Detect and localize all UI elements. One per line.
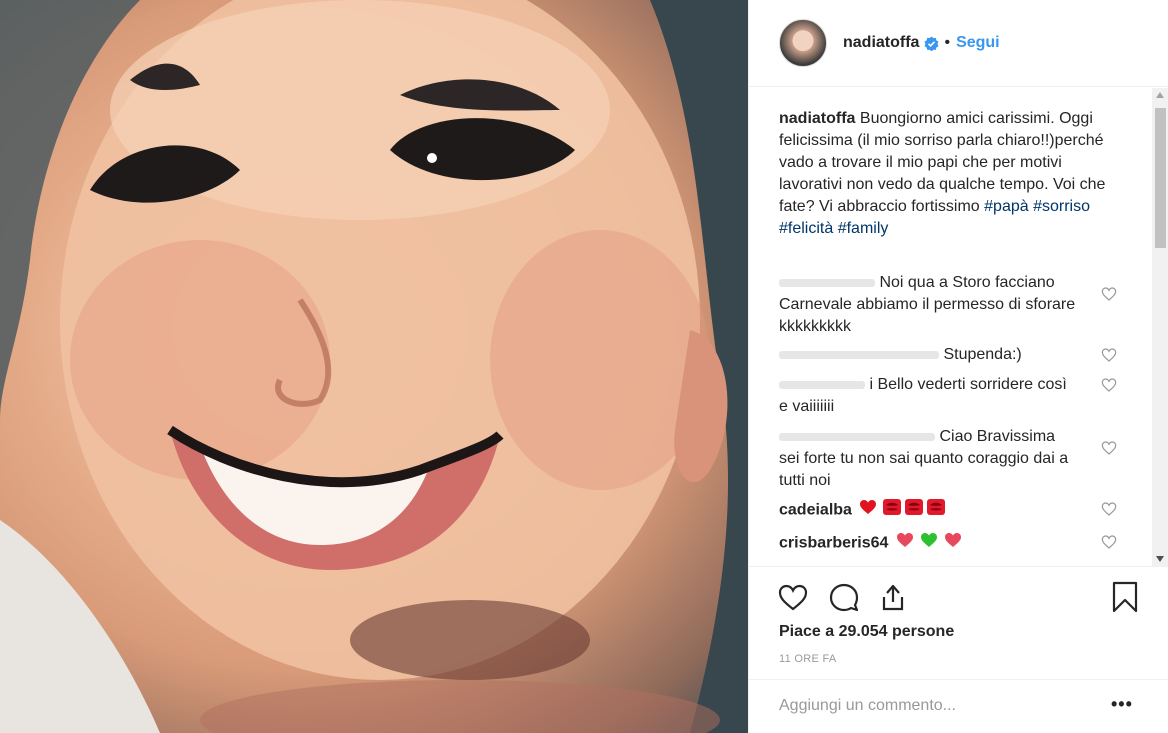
post-details-panel: nadiatoffa • Segui nadiatoffa Buongiorno… <box>748 0 1168 733</box>
small-heart-icon[interactable] <box>1101 501 1117 517</box>
separator-dot: • <box>944 34 951 51</box>
obscured-username <box>779 278 875 287</box>
likes-count[interactable]: Piace a 29.054 persone <box>779 623 954 641</box>
comment-item: Ciao Bravissima sei forte tu non sai qua… <box>779 426 1117 492</box>
obscured-username <box>779 350 939 359</box>
post-caption: nadiatoffa Buongiorno amici carissimi. O… <box>779 108 1119 240</box>
scroll-thumb[interactable] <box>1155 108 1166 248</box>
comment-item: Stupenda:) <box>779 344 1117 366</box>
obscured-username <box>779 380 865 389</box>
add-comment-bar: ••• <box>749 679 1168 733</box>
follow-button[interactable]: Segui <box>956 34 1000 52</box>
comment-item: i Bello vederti sorridere così e vaiiiii… <box>779 374 1117 418</box>
kiss-emoji-row <box>859 498 947 523</box>
comment-input[interactable] <box>779 697 1089 715</box>
photo-illustration <box>0 0 748 733</box>
heart-icon[interactable] <box>777 581 809 613</box>
comment-bubble-icon[interactable] <box>828 581 860 613</box>
hashtag[interactable]: #papà <box>984 198 1029 215</box>
caption-username[interactable]: nadiatoffa <box>779 110 855 127</box>
comment-text: Stupenda:) <box>943 346 1022 363</box>
more-options-button[interactable]: ••• <box>1111 694 1133 715</box>
hashtag[interactable]: #felicità <box>779 220 833 237</box>
small-heart-icon[interactable] <box>1101 534 1117 550</box>
comment-item: cadeialba <box>779 498 1117 523</box>
scroll-down-arrow-icon[interactable] <box>1156 556 1164 562</box>
header-username[interactable]: nadiatoffa <box>843 34 919 52</box>
post-photo[interactable] <box>0 0 748 733</box>
small-heart-icon[interactable] <box>1101 377 1117 393</box>
hearts-emoji <box>896 533 961 547</box>
comments-list[interactable]: nadiatoffa Buongiorno amici carissimi. O… <box>749 88 1152 566</box>
post-timestamp[interactable]: 11 ORE FA <box>779 653 837 665</box>
bookmark-icon[interactable] <box>1109 581 1141 613</box>
small-heart-icon[interactable] <box>1101 347 1117 363</box>
avatar[interactable] <box>779 19 827 67</box>
share-icon[interactable] <box>877 581 909 613</box>
post-header: nadiatoffa • Segui <box>749 0 1168 87</box>
obscured-username <box>779 432 935 441</box>
small-heart-icon[interactable] <box>1101 440 1117 456</box>
scroll-up-arrow-icon[interactable] <box>1156 92 1164 98</box>
heart-emoji-row <box>896 531 962 556</box>
hashtag[interactable]: #sorriso <box>1033 198 1090 215</box>
comment-username[interactable]: cadeialba <box>779 502 852 519</box>
comment-username[interactable]: crisbarberis64 <box>779 535 888 552</box>
comment-item: Noi qua a Storo facciano Carnevale abbia… <box>779 272 1117 338</box>
comments-scrollbar[interactable] <box>1152 88 1168 566</box>
heart-and-kiss-emoji <box>860 499 946 515</box>
comment-item: crisbarberis64 <box>779 531 1117 556</box>
post-actions: Piace a 29.054 persone 11 ORE FA ••• <box>749 566 1168 733</box>
verified-badge-icon <box>924 35 939 51</box>
small-heart-icon[interactable] <box>1101 286 1117 302</box>
hashtag[interactable]: #family <box>838 220 889 237</box>
